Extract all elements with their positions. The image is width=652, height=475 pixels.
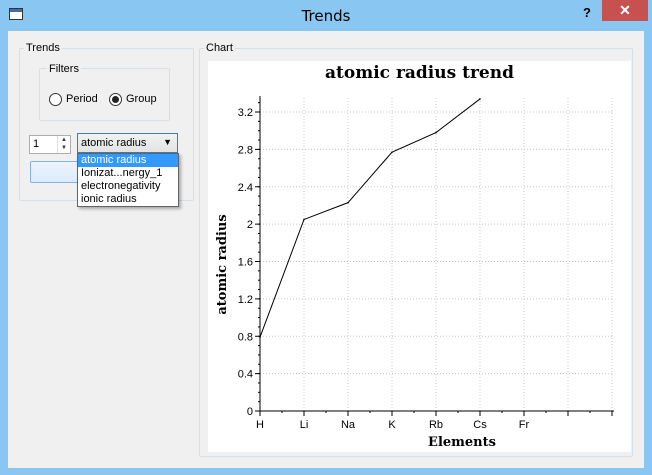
data-point [303, 218, 305, 221]
dropdown-option[interactable]: atomic radius [78, 154, 178, 167]
x-tick-label: Li [300, 419, 309, 431]
close-button[interactable]: ✕ [602, 0, 648, 21]
y-tick-label: 2 [247, 219, 253, 231]
x-tick-label: Na [341, 419, 356, 431]
period-radio-label[interactable]: Period [66, 93, 98, 105]
spin-up-icon[interactable]: ▲ [58, 136, 70, 144]
group-radio[interactable] [109, 93, 122, 106]
x-axis-label: Elements [428, 435, 496, 450]
trends-group-label: Trends [24, 42, 62, 54]
title-bar[interactable]: Trends ? ✕ [0, 0, 652, 31]
dropdown-option[interactable]: ionic radius [78, 193, 178, 206]
group-radio-label[interactable]: Group [126, 93, 157, 105]
series-line [259, 98, 481, 338]
help-button[interactable]: ? [577, 4, 597, 22]
x-tick-label: H [256, 419, 264, 431]
trends-window: Trends ? ✕ Trends Filters Period Group 1… [0, 0, 652, 475]
data-point [479, 98, 481, 100]
y-tick-label: 1.6 [238, 257, 253, 269]
data-point [347, 201, 349, 204]
property-dropdown-list: atomic radius Ionizat...nergy_1 electron… [77, 153, 179, 207]
chevron-down-icon[interactable]: ▼ [163, 137, 172, 147]
x-tick-label: Cs [473, 419, 487, 431]
y-axis-label: atomic radius [215, 214, 230, 314]
y-tick-label: 2.4 [238, 182, 253, 194]
period-radio[interactable] [49, 93, 62, 106]
dropdown-option[interactable]: electronegativity [78, 180, 178, 193]
x-tick-label: K [388, 419, 396, 431]
x-tick-label: Rb [429, 419, 443, 431]
property-combobox[interactable]: atomic radius ▼ [77, 133, 178, 153]
y-tick-label: 2.8 [238, 144, 253, 156]
group-number-spinbox[interactable]: 1 ▲ ▼ [29, 135, 71, 154]
y-tick-label: 3.2 [238, 107, 253, 119]
data-point [391, 151, 393, 153]
line-chart: 0 0.4 0.8 1.2 1.6 2 2.4 2.8 3.2 H Li Na K Rb Cs Fr Eleme… [215, 96, 614, 450]
y-tick-label: 0.4 [238, 369, 253, 381]
combobox-value[interactable]: atomic radius [81, 137, 146, 149]
dialog-body: Trends Filters Period Group 1 ▲ ▼ atomic… [8, 31, 644, 468]
x-tick-label: Fr [519, 419, 530, 431]
spinbox-buttons: ▲ ▼ [57, 136, 70, 153]
dropdown-option[interactable]: Ionizat...nergy_1 [78, 167, 178, 180]
spinbox-value[interactable]: 1 [33, 138, 39, 150]
data-point [259, 336, 261, 338]
y-tick-label: 0.8 [238, 331, 253, 343]
chart-panel: atomic radius trend 0 0.4 0.8 1.2 1.6 2 2.4 2.8… [208, 61, 631, 452]
chart-group-label: Chart [204, 42, 235, 54]
y-tick-label: 0 [247, 406, 253, 418]
spin-down-icon[interactable]: ▼ [58, 144, 70, 152]
window-title: Trends [301, 7, 351, 25]
y-tick-label: 1.2 [238, 294, 253, 306]
filters-group-label: Filters [47, 63, 81, 75]
data-point [435, 131, 437, 134]
